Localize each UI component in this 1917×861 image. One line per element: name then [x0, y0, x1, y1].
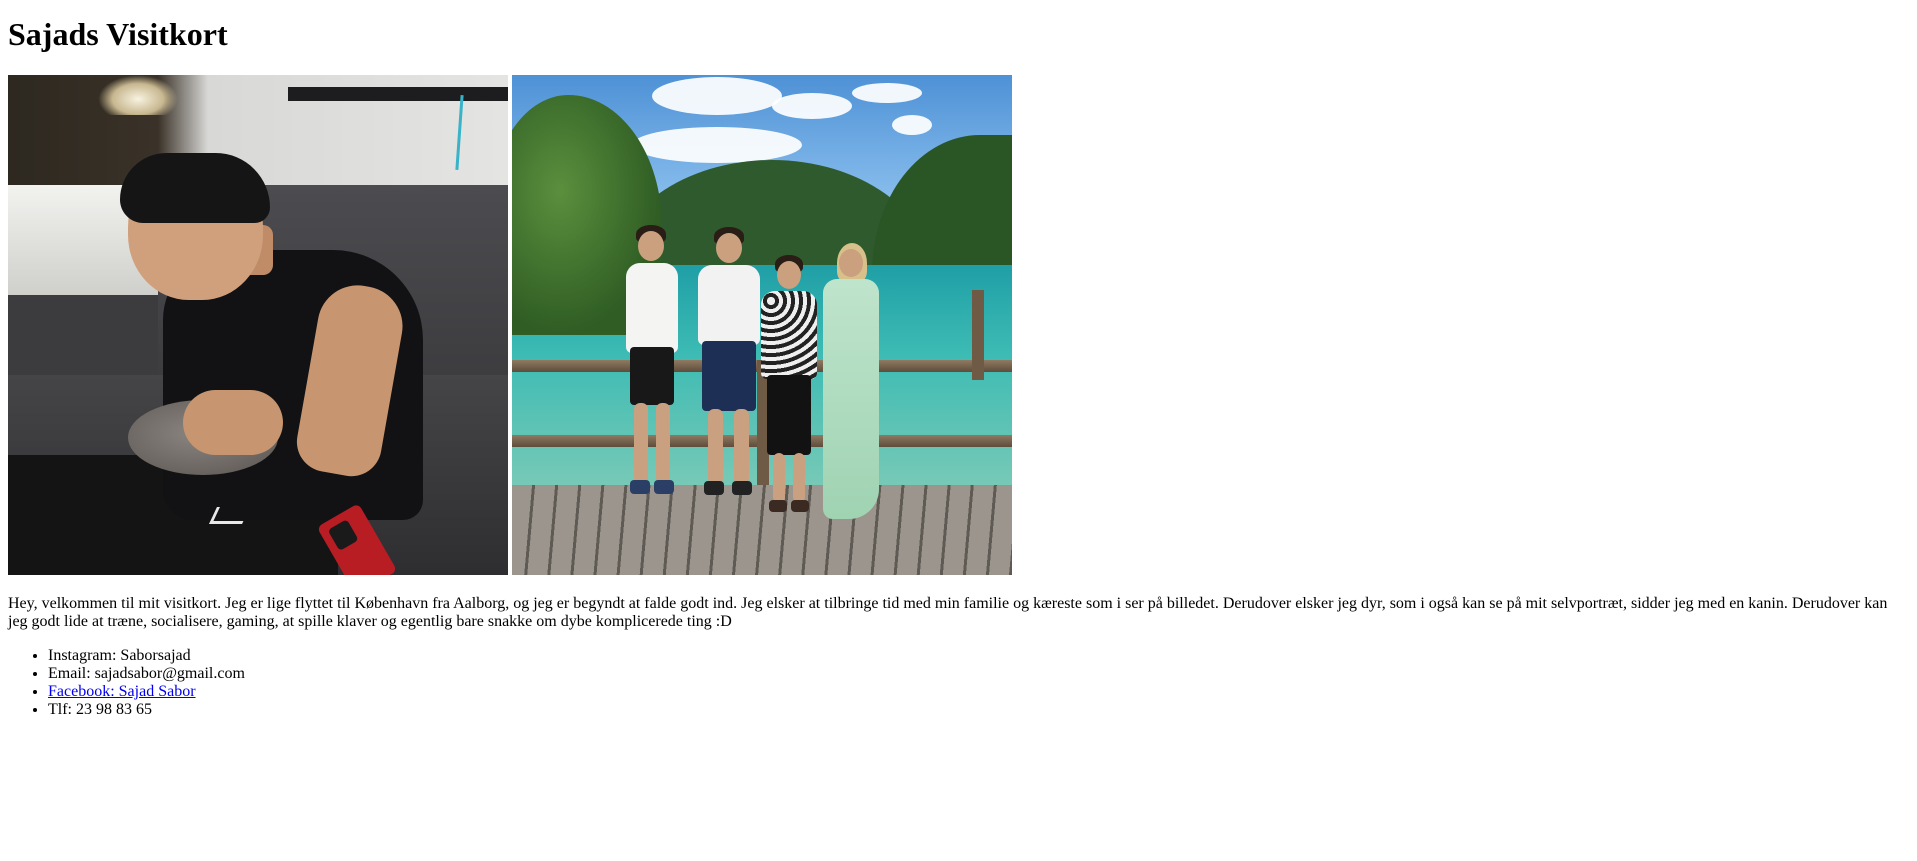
portrait-hands: [183, 389, 283, 455]
lake-person: [757, 254, 822, 535]
portrait-hair: [120, 152, 270, 223]
contact-list: Instagram: Saborsajad Email: sajadsabor@…: [8, 647, 1909, 719]
lake-person: [622, 224, 682, 525]
contact-facebook: Facebook: Sajad Sabor: [48, 683, 1909, 701]
self-portrait-image: [8, 74, 508, 575]
contact-phone: Tlf: 23 98 83 65: [48, 701, 1909, 719]
portrait-lamp: [98, 74, 178, 115]
lake-cloud: [632, 126, 802, 163]
intro-paragraph: Hey, velkommen til mit visitkort. Jeg er…: [8, 594, 1888, 630]
photo-row: [8, 74, 1909, 575]
contact-email: Email: sajadsabor@gmail.com: [48, 665, 1909, 683]
page-title: Sajads Visitkort: [8, 16, 228, 52]
lake-person: [817, 242, 887, 533]
family-lake-image: [512, 74, 1012, 575]
contact-instagram: Instagram: Saborsajad: [48, 647, 1909, 665]
lake-fence-post: [972, 289, 984, 380]
lake-cloud: [652, 76, 782, 115]
lake-cloud: [892, 114, 932, 135]
facebook-link[interactable]: Facebook: Sajad Sabor: [48, 683, 196, 700]
lake-cloud: [852, 82, 922, 103]
lake-person: [694, 226, 764, 527]
lake-cloud: [772, 92, 852, 119]
portrait-shelf: [288, 86, 508, 101]
